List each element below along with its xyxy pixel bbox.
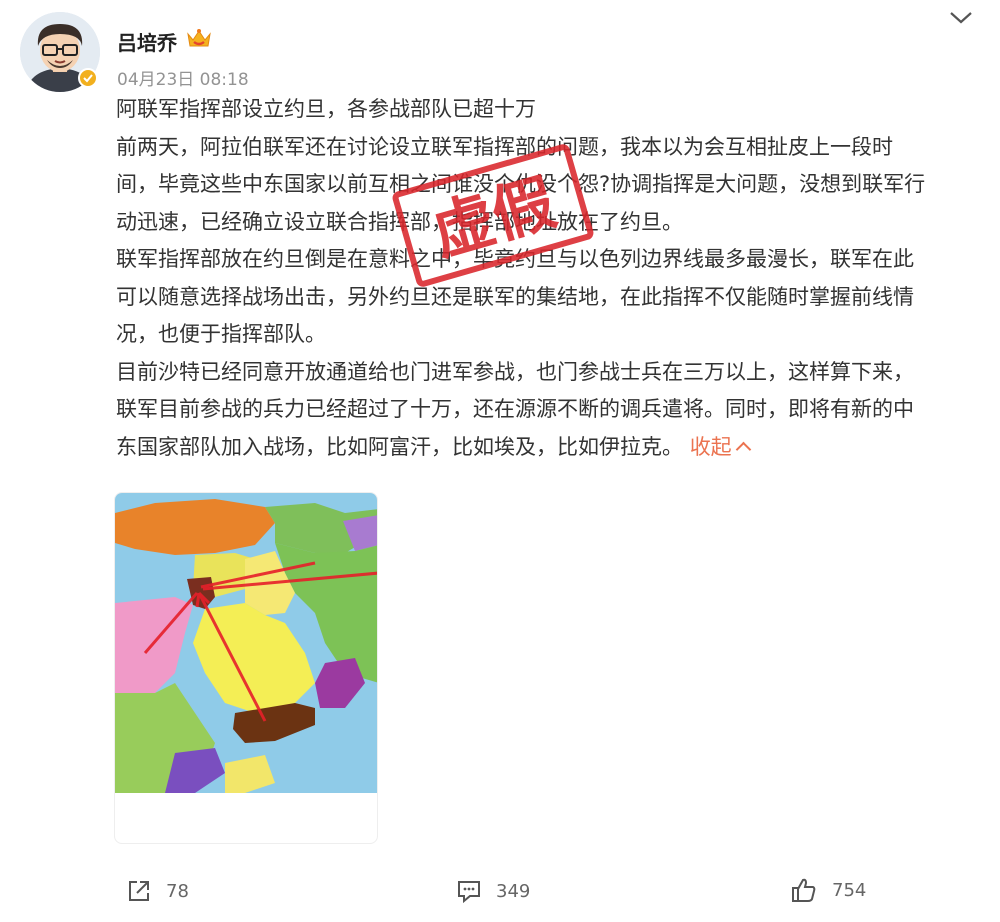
post-line-text: 东国家部队加入战场，比如阿富汗，比如埃及，比如伊拉克。 [116,434,683,459]
post-timestamp[interactable]: 04月23日 08:18 [117,65,249,90]
verified-icon [78,68,98,88]
collapse-label[interactable]: 收起 [690,435,732,459]
post-line-last: 东国家部队加入战场，比如阿富汗，比如埃及，比如伊拉克。 收起 [116,429,976,467]
crown-icon[interactable] [186,28,212,50]
action-bar: 78 349 754 [0,870,1000,920]
share-button[interactable]: 78 [126,878,189,904]
chevron-up-icon[interactable] [735,441,751,457]
post-image-card[interactable] [114,492,378,844]
post-line: 况，也便于指挥部队。 [116,322,326,346]
map-image[interactable] [115,493,377,793]
chevron-down-icon[interactable] [944,8,978,28]
post-line: 阿联军指挥部设立约旦，各参战部队已超十万 [116,97,536,121]
like-button[interactable]: 754 [790,876,866,904]
comment-button[interactable]: 349 [456,878,530,904]
comment-icon[interactable] [456,878,482,904]
author-name[interactable]: 吕培乔 [117,27,177,56]
post-line: 联军目前参战的兵力已经超过了十万，还在源源不断的调兵遣将。同时，即将有新的中 [116,397,914,421]
comment-count[interactable]: 349 [496,881,530,902]
avatar-container[interactable] [20,12,100,92]
post-line: 可以随意选择战场出击，另外约旦还是联军的集结地，在此指挥不仅能随时掌握前线情 [116,284,914,309]
collapse-link[interactable]: 收起 [690,435,751,459]
share-count[interactable]: 78 [166,881,189,902]
share-icon[interactable] [126,878,152,904]
post-line: 目前沙特已经同意开放通道给也门进军参战，也门参战士兵在三万以上，这样算下来， [116,359,914,384]
like-count[interactable]: 754 [832,880,866,901]
like-icon[interactable] [790,876,818,904]
